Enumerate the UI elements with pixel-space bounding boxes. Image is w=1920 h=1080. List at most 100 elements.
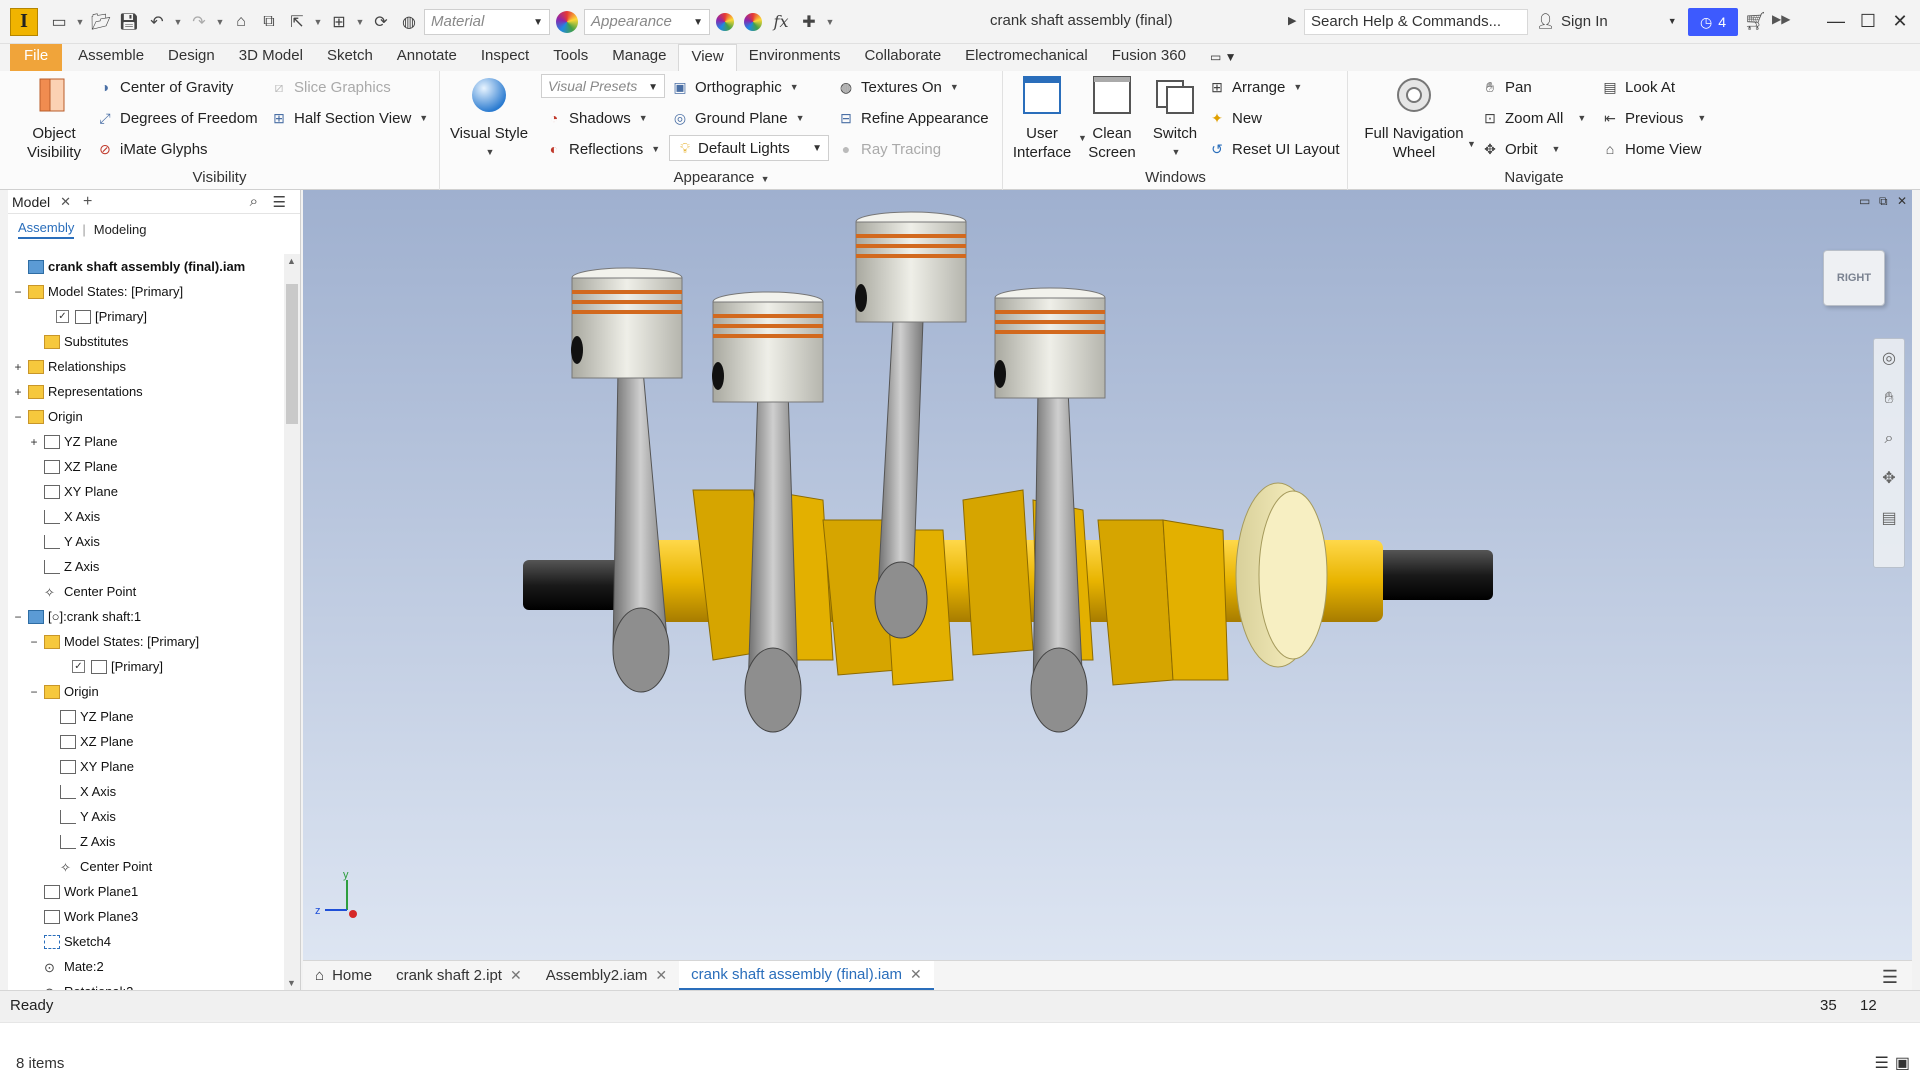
- tree-node[interactable]: + Representations: [8, 379, 283, 404]
- tree-node[interactable]: Z Axis: [8, 829, 283, 854]
- clean-screen-button[interactable]: Clean Screen: [1084, 75, 1140, 162]
- ray-tracing-button[interactable]: ● Ray Tracing: [837, 137, 941, 161]
- expand-arrow-icon[interactable]: ▶: [1288, 14, 1296, 27]
- tab-fusion-360[interactable]: Fusion 360: [1100, 44, 1198, 71]
- cart-icon[interactable]: 🛒︎: [1744, 11, 1767, 32]
- adjust-appearance-icon[interactable]: [744, 12, 762, 31]
- save-icon[interactable]: 💾︎: [116, 8, 142, 36]
- tree-node[interactable]: XY Plane: [8, 754, 283, 779]
- visual-presets-dropdown[interactable]: Visual Presets ▼: [541, 74, 665, 98]
- add-browser-icon[interactable]: +: [83, 193, 92, 211]
- expand-icon[interactable]: +: [12, 385, 24, 399]
- appearance-dropdown[interactable]: Appearance ▼: [584, 8, 710, 35]
- degrees-of-freedom-button[interactable]: ⤢ Degrees of Freedom: [96, 106, 257, 130]
- notifications-button[interactable]: ◷ 4: [1688, 8, 1738, 36]
- graphics-viewport[interactable]: ▭ ⧉ ✕ RIGHT ◎ ✋︎ ⌕ ✥ ▤ y z: [303, 190, 1912, 960]
- tab-manage[interactable]: Manage: [600, 44, 678, 71]
- close-tab-icon[interactable]: ✕: [910, 966, 922, 983]
- tree-node[interactable]: + Relationships: [8, 354, 283, 379]
- textures-button[interactable]: ◍ Textures On ▼: [837, 75, 959, 99]
- tab-assemble[interactable]: Assemble: [66, 44, 156, 71]
- tree-node[interactable]: − Model States: [Primary]: [8, 629, 283, 654]
- shadows-button[interactable]: ◔ Shadows ▼: [545, 106, 648, 130]
- tabs-menu-icon[interactable]: ☰: [1882, 967, 1898, 988]
- close-tab-icon[interactable]: ✕: [510, 967, 522, 984]
- orbit-button[interactable]: ✥ Orbit ▼: [1481, 137, 1560, 161]
- tree-node[interactable]: XY Plane: [8, 479, 283, 504]
- visual-style-button[interactable]: Visual Style ▼: [449, 75, 529, 162]
- refine-appearance-button[interactable]: ⊟ Refine Appearance: [837, 106, 988, 130]
- tree-node[interactable]: − Origin: [8, 679, 283, 704]
- appearance-panel-title[interactable]: Appearance ▼: [441, 169, 1002, 186]
- orbit-icon[interactable]: ✥: [1874, 459, 1904, 499]
- panel-visibility-dropdown-icon[interactable]: ▭ ▼: [1198, 44, 1249, 71]
- scroll-thumb[interactable]: [286, 284, 298, 424]
- full-navigation-wheel-button[interactable]: Full Navigation Wheel: [1357, 75, 1471, 162]
- tab-sketch[interactable]: Sketch: [315, 44, 385, 71]
- new-file-icon[interactable]: ▭: [46, 8, 72, 36]
- tab-inspect[interactable]: Inspect: [469, 44, 541, 71]
- slice-graphics-button[interactable]: ⧄ Slice Graphics: [270, 75, 391, 99]
- expand-icon[interactable]: +: [12, 360, 24, 374]
- chevron-down-icon[interactable]: ▼: [1668, 16, 1677, 26]
- select-filter-icon[interactable]: ⊞: [326, 8, 352, 36]
- collapse-icon[interactable]: −: [12, 285, 24, 299]
- update-icon[interactable]: ⟳: [368, 8, 394, 36]
- collapse-icon[interactable]: −: [28, 685, 40, 699]
- select-dropdown-icon[interactable]: ▼: [312, 8, 324, 36]
- collapse-icon[interactable]: −: [12, 610, 24, 624]
- tree-node[interactable]: YZ Plane: [8, 704, 283, 729]
- material-icon[interactable]: ◍: [396, 8, 422, 36]
- zoom-all-button[interactable]: ⊡ Zoom All ▼: [1481, 106, 1586, 130]
- redo-dropdown-icon[interactable]: ▼: [214, 8, 226, 36]
- doc-tab-home[interactable]: ⌂ Home: [303, 961, 384, 991]
- tree-node[interactable]: − [○]:crank shaft:1: [8, 604, 283, 629]
- tab-view[interactable]: View: [678, 44, 737, 71]
- ground-plane-button[interactable]: ◎ Ground Plane ▼: [671, 106, 805, 130]
- search-icon[interactable]: ⌕: [250, 193, 258, 210]
- tab-environments[interactable]: Environments: [737, 44, 853, 71]
- doc-tab-crank-shaft-assembly[interactable]: crank shaft assembly (final).iam ✕: [679, 960, 934, 991]
- search-input[interactable]: Search Help & Commands...: [1304, 9, 1528, 35]
- doc-tab-assembly2[interactable]: Assembly2.iam ✕: [534, 961, 679, 991]
- tab-tools[interactable]: Tools: [541, 44, 600, 71]
- customize-qat-icon[interactable]: ▼: [824, 8, 836, 36]
- chevron-down-icon[interactable]: ▼: [1467, 139, 1476, 149]
- details-view-icon[interactable]: ☰: [1875, 1053, 1889, 1073]
- doc-tab-crank-shaft-2[interactable]: crank shaft 2.ipt ✕: [384, 961, 534, 991]
- previous-view-button[interactable]: ⇤ Previous ▼: [1601, 106, 1706, 130]
- tree-node[interactable]: ✧ Center Point: [8, 854, 283, 879]
- tree-node[interactable]: crank shaft assembly (final).iam: [8, 254, 283, 279]
- more-options-icon[interactable]: ▶▶: [1772, 12, 1790, 26]
- tab-3d-model[interactable]: 3D Model: [227, 44, 315, 71]
- subtab-assembly[interactable]: Assembly: [18, 220, 75, 239]
- filter-dropdown-icon[interactable]: ▼: [354, 8, 366, 36]
- reset-ui-button[interactable]: ↺ Reset UI Layout: [1208, 137, 1339, 161]
- projects-icon[interactable]: ⧉: [256, 8, 282, 36]
- tree-node[interactable]: − Model States: [Primary]: [8, 279, 283, 304]
- close-button[interactable]: ✕: [1880, 6, 1920, 36]
- app-logo[interactable]: I: [10, 7, 38, 36]
- user-interface-button[interactable]: User Interface: [1010, 75, 1074, 162]
- open-icon[interactable]: 📂︎: [88, 8, 114, 36]
- switch-button[interactable]: Switch ▼: [1144, 75, 1206, 162]
- pan-button[interactable]: ✋︎ Pan: [1481, 75, 1532, 99]
- scroll-down-icon[interactable]: ▼: [287, 978, 296, 988]
- lighting-dropdown[interactable]: 💡︎ Default Lights ▼: [669, 135, 829, 161]
- orthographic-button[interactable]: ▣ Orthographic ▼: [671, 75, 798, 99]
- tree-node[interactable]: Sketch4: [8, 929, 283, 954]
- center-of-gravity-button[interactable]: ◑ Center of Gravity: [96, 75, 234, 99]
- viewcube[interactable]: RIGHT: [1823, 250, 1885, 306]
- tab-annotate[interactable]: Annotate: [385, 44, 469, 71]
- redo-icon[interactable]: ↷: [186, 8, 212, 36]
- tree-node[interactable]: − Origin: [8, 404, 283, 429]
- expand-icon[interactable]: +: [28, 435, 40, 449]
- tree-node[interactable]: Y Axis: [8, 804, 283, 829]
- reflections-button[interactable]: ◐ Reflections ▼: [545, 137, 660, 161]
- look-at-button[interactable]: ▤ Look At: [1601, 75, 1675, 99]
- subtab-modeling[interactable]: Modeling: [94, 222, 147, 237]
- tab-design[interactable]: Design: [156, 44, 227, 71]
- tree-node[interactable]: X Axis: [8, 504, 283, 529]
- tree-node[interactable]: XZ Plane: [8, 729, 283, 754]
- arrange-button[interactable]: ⊞ Arrange ▼: [1208, 75, 1302, 99]
